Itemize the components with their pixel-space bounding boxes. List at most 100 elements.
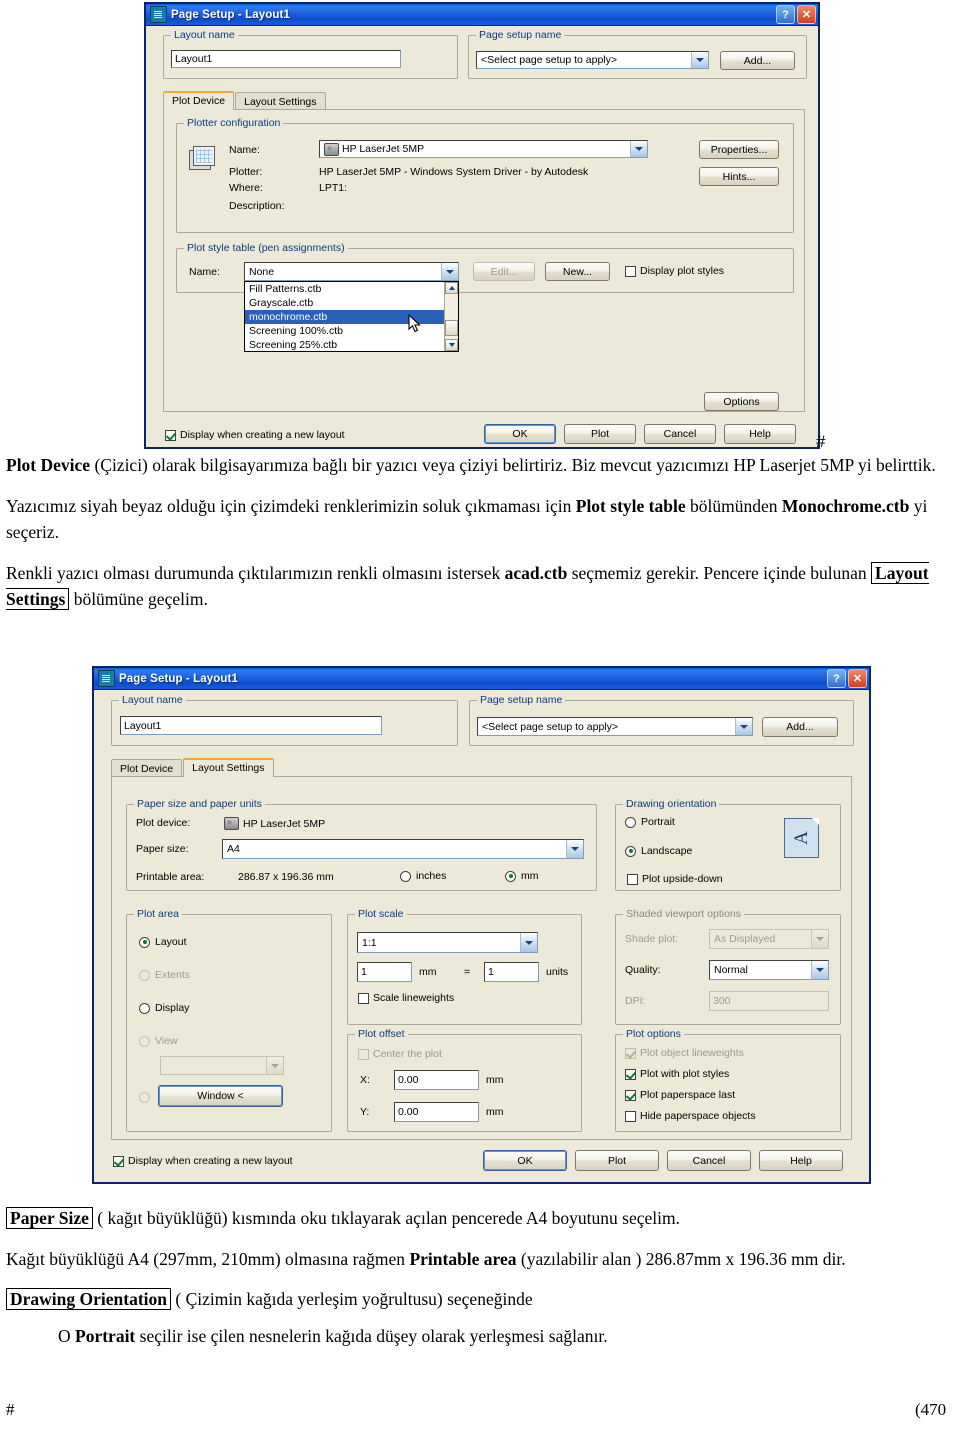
help-icon-button[interactable]: ? — [776, 5, 795, 24]
scroll-down-icon[interactable] — [445, 339, 458, 351]
options-button[interactable]: Options — [704, 392, 779, 411]
display-plot-styles-checkbox[interactable]: Display plot styles — [625, 265, 724, 277]
paper-size-group-label: Paper size and paper units — [134, 798, 265, 810]
chevron-down-icon[interactable] — [691, 52, 708, 68]
radio-circle — [400, 870, 411, 882]
plot-area-display-radio[interactable]: Display — [139, 1002, 189, 1014]
p2-b: Plot style table — [575, 495, 686, 516]
dropdown-scrollbar[interactable] — [444, 282, 458, 351]
drawing-orientation-group-label: Drawing orientation — [623, 798, 720, 810]
plotter-name-combo[interactable]: HP LaserJet 5MP — [319, 140, 648, 158]
add-page-setup-button[interactable]: Add... — [762, 717, 838, 737]
close-icon-button[interactable]: ✕ — [848, 669, 867, 688]
layout-name-group-label: Layout name — [171, 29, 238, 41]
dropdown-item[interactable]: Screening 100%.ctb — [245, 324, 444, 338]
cancel-button[interactable]: Cancel — [644, 424, 716, 444]
checkbox-box — [627, 873, 638, 885]
plot-area-extents-radio: Extents — [139, 969, 190, 981]
chevron-down-icon[interactable] — [566, 840, 583, 858]
scroll-up-icon[interactable] — [445, 282, 458, 294]
dropdown-item-selected[interactable]: monochrome.ctb — [245, 310, 444, 324]
dropdown-item[interactable]: Screening 25%.ctb — [245, 338, 444, 352]
plot-button[interactable]: Plot — [564, 424, 636, 444]
plotter-name-text: HP LaserJet 5MP — [342, 143, 425, 155]
dialog1-tabstrip[interactable]: Plot Device Layout Settings — [163, 91, 327, 111]
plot-with-plot-styles-checkbox[interactable]: Plot with plot styles — [625, 1068, 729, 1080]
plot-area-layout-label: Layout — [155, 936, 187, 948]
layout-name-input[interactable]: Layout1 — [120, 716, 382, 735]
p4-rest: ( kağıt büyüklüğü) kısmında oku tıklayar… — [92, 1208, 680, 1228]
p1-rest: (Çizici) olarak bilgisayarımıza bağlı bi… — [90, 455, 936, 475]
page-setup-icon — [150, 6, 167, 23]
plotter-properties-button[interactable]: Properties... — [699, 140, 779, 159]
plot-style-name-combo[interactable]: None — [244, 262, 459, 281]
chevron-down-icon — [811, 930, 828, 948]
chevron-down-icon[interactable] — [520, 933, 537, 952]
orientation-preview-icon: A — [784, 818, 819, 858]
quality-combo[interactable]: Normal — [709, 960, 829, 980]
help-button[interactable]: Help — [724, 424, 796, 444]
plot-button[interactable]: Plot — [575, 1150, 659, 1171]
dialog2-tabstrip[interactable]: Plot Device Layout Settings — [111, 758, 275, 778]
hash-mark-top: # — [816, 432, 826, 451]
dropdown-items[interactable]: Fill Patterns.ctb Grayscale.ctb monochro… — [245, 282, 444, 351]
display-when-creating-checkbox[interactable]: Display when creating a new layout — [113, 1155, 293, 1167]
scrollbar-thumb[interactable] — [445, 320, 458, 336]
help-icon-button[interactable]: ? — [827, 669, 846, 688]
plot-style-new-button[interactable]: New... — [545, 262, 610, 281]
chevron-down-icon[interactable] — [735, 718, 752, 735]
checkbox-box — [358, 992, 369, 1004]
page-setup-dialog-plot-device[interactable]: Page Setup - Layout1 ? ✕ Layout name Lay… — [145, 3, 819, 448]
paragraph-1: Plot Device (Çizici) olarak bilgisayarım… — [6, 452, 954, 479]
plot-scale-numerator-input[interactable]: 1 — [357, 962, 412, 982]
dropdown-item[interactable]: Fill Patterns.ctb — [245, 282, 444, 296]
page-setup-name-combo[interactable]: <Select page setup to apply> — [477, 717, 753, 736]
units-inches-radio[interactable]: inches — [400, 870, 446, 882]
tab-layout-settings[interactable]: Layout Settings — [183, 758, 274, 777]
plotter-hints-button[interactable]: Hints... — [699, 167, 779, 186]
plot-with-plot-styles-label: Plot with plot styles — [640, 1068, 730, 1080]
chevron-down-icon[interactable] — [630, 141, 647, 157]
units-mm-radio[interactable]: mm — [505, 870, 539, 882]
hide-paperspace-objects-checkbox[interactable]: Hide paperspace objects — [625, 1110, 756, 1122]
plot-scale-denominator-input[interactable]: 1 — [484, 962, 539, 982]
display-when-creating-checkbox[interactable]: Display when creating a new layout — [165, 429, 345, 441]
plot-area-window-radio — [139, 1092, 150, 1103]
plot-paperspace-last-checkbox[interactable]: Plot paperspace last — [625, 1089, 735, 1101]
dialog2-titlebar[interactable]: Page Setup - Layout1 ? ✕ — [94, 668, 869, 690]
add-page-setup-button[interactable]: Add... — [720, 51, 795, 70]
display-when-creating-label: Display when creating a new layout — [180, 429, 345, 441]
dialog1-titlebar[interactable]: Page Setup - Layout1 ? ✕ — [146, 4, 818, 26]
close-icon-button[interactable]: ✕ — [797, 5, 816, 24]
dropdown-item[interactable]: Grayscale.ctb — [245, 296, 444, 310]
paper-size-combo[interactable]: A4 — [222, 839, 584, 859]
p7-b: seçilir ise çilen nesnelerin kağıda düşe… — [135, 1325, 608, 1346]
plot-area-view-label: View — [155, 1035, 178, 1047]
plot-scale-denominator-unit: units — [546, 966, 569, 978]
page-setup-name-combo[interactable]: <Select page setup to apply> — [476, 51, 709, 69]
plot-upside-down-checkbox[interactable]: Plot upside-down — [627, 873, 723, 885]
window-select-button[interactable]: Window < — [158, 1085, 283, 1107]
plotter-configuration-label: Plotter configuration — [184, 117, 284, 129]
quality-label: Quality: — [625, 964, 661, 976]
tab-plot-device[interactable]: Plot Device — [163, 91, 235, 110]
layout-name-input[interactable]: Layout1 — [171, 50, 401, 68]
plot-area-layout-radio[interactable]: Layout — [139, 936, 187, 948]
plot-scale-equals: = — [464, 966, 471, 978]
plot-scale-combo[interactable]: 1:1 — [357, 932, 538, 953]
chevron-down-icon[interactable] — [441, 263, 458, 280]
plot-object-lineweights-label: Plot object lineweights — [640, 1047, 744, 1059]
help-button[interactable]: Help — [759, 1150, 843, 1171]
page-setup-dialog-layout-settings[interactable]: Page Setup - Layout1 ? ✕ Layout name Lay… — [93, 667, 870, 1183]
ok-button[interactable]: OK — [483, 1150, 567, 1171]
cancel-button[interactable]: Cancel — [667, 1150, 751, 1171]
scale-lineweights-checkbox[interactable]: Scale lineweights — [358, 992, 454, 1004]
chevron-down-icon[interactable] — [811, 961, 828, 979]
plot-offset-y-input[interactable]: 0.00 — [394, 1102, 479, 1122]
dpi-label: DPI: — [625, 995, 646, 1007]
plot-style-dropdown-list[interactable]: Fill Patterns.ctb Grayscale.ctb monochro… — [244, 281, 459, 352]
orientation-portrait-radio[interactable]: Portrait — [625, 816, 675, 828]
plot-offset-x-input[interactable]: 0.00 — [394, 1070, 479, 1090]
ok-button[interactable]: OK — [484, 424, 556, 444]
orientation-landscape-radio[interactable]: Landscape — [625, 845, 692, 857]
